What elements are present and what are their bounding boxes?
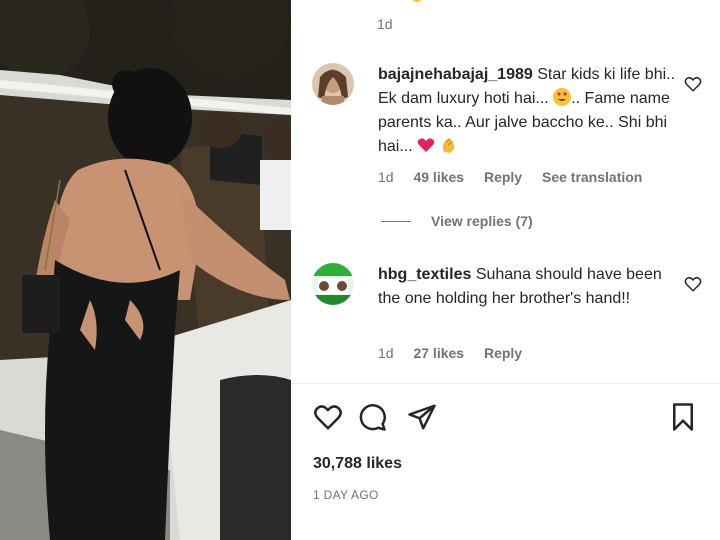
heart-eyes-emoji-icon <box>553 88 572 106</box>
comment-time: 1d <box>378 345 394 361</box>
clapping-hands-emoji-icon <box>440 136 458 154</box>
bookmark-icon[interactable] <box>668 402 698 432</box>
share-icon[interactable] <box>407 402 437 432</box>
heart-icon[interactable] <box>313 402 343 432</box>
comment-text: bajajnehabajaj_1989 Star kids ki life bh… <box>378 63 678 159</box>
comment-icon[interactable] <box>357 402 387 432</box>
see-translation-button[interactable]: See translation <box>542 169 642 185</box>
comment-likes[interactable]: 49 likes <box>413 169 464 185</box>
previous-comment-emoji-icons <box>412 0 422 2</box>
comment-like-heart-icon[interactable] <box>684 275 702 293</box>
comment-username[interactable]: hbg_textiles <box>378 266 471 283</box>
comment-username[interactable]: bajajnehabajaj_1989 <box>378 66 533 83</box>
section-divider <box>291 383 720 384</box>
post-image[interactable] <box>0 0 291 540</box>
red-heart-emoji-icon <box>417 136 435 154</box>
comment-meta: 1d 27 likes Reply <box>378 345 538 361</box>
comment-like-heart-icon[interactable] <box>684 75 702 93</box>
avatar-image <box>312 63 354 105</box>
post-date[interactable]: 1 DAY AGO <box>313 488 379 502</box>
comment-meta: 1d 49 likes Reply See translation <box>378 169 658 185</box>
avatar[interactable] <box>312 63 354 105</box>
post-action-bar <box>313 402 705 432</box>
view-replies-label: View replies (7) <box>431 213 533 229</box>
comment-likes[interactable]: 27 likes <box>413 345 464 361</box>
view-replies-divider <box>381 220 411 222</box>
view-replies-button[interactable]: View replies (7) <box>381 213 533 229</box>
comment-reply-button[interactable]: Reply <box>484 345 522 361</box>
comment-time: 1d <box>378 169 394 185</box>
previous-comment-time: 1d <box>377 16 393 32</box>
post-photo <box>0 0 291 540</box>
comment-item: bajajnehabajaj_1989 Star kids ki life bh… <box>312 63 702 193</box>
avatar[interactable] <box>312 263 354 305</box>
post-like-count[interactable]: 30,788 likes <box>313 455 402 473</box>
comment-item: hbg_textiles Suhana should have been the… <box>312 263 702 368</box>
avatar-image <box>312 263 354 305</box>
comment-text: hbg_textiles Suhana should have been the… <box>378 263 678 311</box>
post-comments-panel: 1d bajajnehabajaj_1989 Star kids ki life… <box>291 0 720 540</box>
comment-reply-button[interactable]: Reply <box>484 169 522 185</box>
